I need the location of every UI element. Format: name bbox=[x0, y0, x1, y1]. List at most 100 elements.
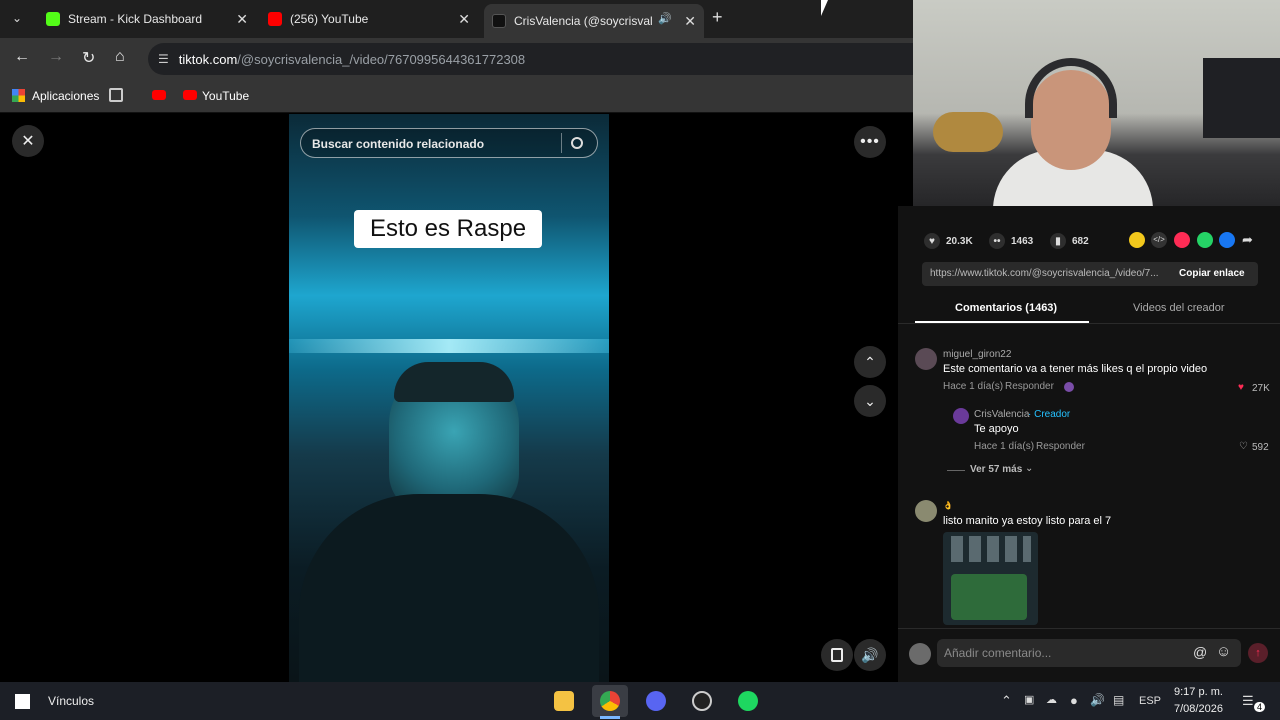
chevron-down-icon: ⌄ bbox=[864, 392, 876, 409]
avatar[interactable] bbox=[915, 500, 937, 522]
tab-youtube[interactable]: (256) YouTube ✕ bbox=[260, 4, 478, 34]
chevron-up-icon[interactable]: ⌃ bbox=[1001, 693, 1012, 709]
speaker-icon[interactable]: 🔊 bbox=[658, 12, 672, 25]
notification-count: 4 bbox=[1254, 702, 1266, 712]
address-bar-row: ← → ↻ ⌂ ☰ tiktok.com /@soycrisvalencia_/… bbox=[0, 38, 913, 80]
facebook-icon[interactable] bbox=[1219, 232, 1235, 248]
webcam-monitor bbox=[1203, 58, 1280, 138]
creator-badge: · Creador bbox=[1028, 409, 1071, 420]
mention-icon[interactable]: @ bbox=[1193, 644, 1207, 660]
heart-icon[interactable]: ♥ bbox=[1238, 382, 1244, 393]
avatar[interactable] bbox=[915, 348, 937, 370]
tab-tiktok[interactable]: CrisValencia (@soycrisvalen 🔊 ✕ bbox=[484, 4, 704, 38]
volume-icon: 🔊 bbox=[861, 646, 879, 663]
related-search-input[interactable]: Buscar contenido relacionado bbox=[300, 128, 598, 158]
send-icon[interactable] bbox=[1174, 232, 1190, 248]
close-icon: ✕ bbox=[21, 133, 35, 150]
tab-groups-icon[interactable] bbox=[109, 88, 123, 102]
search-placeholder: Buscar contenido relacionado bbox=[312, 137, 485, 151]
app-icons bbox=[951, 536, 1031, 562]
discord-icon[interactable] bbox=[646, 691, 666, 711]
file-explorer-icon[interactable] bbox=[554, 691, 574, 711]
webcam-overlay bbox=[913, 0, 1280, 206]
reply-username[interactable]: CrisValencia bbox=[974, 409, 1029, 420]
youtube-bookmark-icon[interactable] bbox=[152, 90, 166, 100]
volume-button[interactable]: 🔊 bbox=[854, 639, 886, 671]
comment-placeholder: Añadir comentario... bbox=[944, 646, 1052, 660]
next-video-button[interactable]: ⌄ bbox=[854, 385, 886, 417]
dialog-preview bbox=[951, 574, 1027, 620]
save-button[interactable]: ▮ 682 bbox=[1050, 233, 1089, 249]
taskbar-search-label[interactable]: Vínculos bbox=[48, 694, 94, 708]
clock-date[interactable]: 7/08/2026 bbox=[1174, 703, 1223, 715]
back-icon[interactable]: ← bbox=[14, 48, 30, 66]
language-indicator[interactable]: ESP bbox=[1139, 695, 1161, 707]
new-tab-button[interactable]: + bbox=[712, 7, 723, 28]
comment-image[interactable] bbox=[943, 532, 1038, 625]
more-options-button[interactable]: ••• bbox=[854, 126, 886, 158]
pip-button[interactable] bbox=[821, 639, 853, 671]
heart-outline-icon[interactable]: ♡ bbox=[1239, 441, 1248, 452]
comment-time: Hace 1 día(s) bbox=[943, 381, 1004, 392]
speaker-icon[interactable]: 🔊 bbox=[1090, 693, 1105, 707]
close-video-button[interactable]: ✕ bbox=[12, 125, 44, 157]
tray-app-icon[interactable]: ☁ bbox=[1046, 693, 1057, 706]
comment-button[interactable]: •• 1463 bbox=[989, 233, 1033, 249]
reply-button[interactable]: Responder bbox=[1036, 441, 1085, 452]
url-field[interactable]: ☰ tiktok.com /@soycrisvalencia_/video/76… bbox=[148, 43, 913, 75]
avatar[interactable] bbox=[953, 408, 969, 424]
avatar bbox=[909, 643, 931, 665]
tab-title: (256) YouTube bbox=[290, 12, 369, 26]
view-more-replies[interactable]: Ver 57 más bbox=[970, 464, 1022, 475]
close-icon[interactable]: ✕ bbox=[236, 11, 248, 28]
post-comment-button[interactable]: ↑ bbox=[1248, 643, 1268, 663]
tab-kick-dashboard[interactable]: Stream - Kick Dashboard ✕ bbox=[38, 4, 256, 34]
search-icon[interactable] bbox=[571, 137, 583, 149]
active-tab-indicator bbox=[915, 321, 1089, 323]
tab-list-dropdown-icon[interactable]: ⌄ bbox=[12, 11, 22, 25]
bookmark-aplicaciones[interactable]: Aplicaciones bbox=[32, 89, 99, 103]
comment-likes: 27K bbox=[1252, 383, 1270, 394]
reply-text: Te apoyo bbox=[974, 423, 1019, 435]
share-friends-icon[interactable] bbox=[1129, 232, 1145, 248]
network-icon[interactable]: ▤ bbox=[1113, 693, 1124, 707]
embed-icon[interactable]: </> bbox=[1151, 232, 1167, 248]
previous-video-button[interactable]: ⌃ bbox=[854, 346, 886, 378]
bookmark-youtube[interactable]: YouTube bbox=[202, 89, 249, 103]
obs-icon[interactable] bbox=[692, 691, 712, 711]
reply-button[interactable]: Responder bbox=[1005, 381, 1054, 392]
chevron-down-icon: ⌄ bbox=[1025, 463, 1034, 474]
video-player[interactable] bbox=[289, 114, 609, 682]
notifications-icon[interactable]: ☰ bbox=[1242, 693, 1254, 709]
windows-start-icon[interactable] bbox=[15, 694, 30, 709]
forward-icon[interactable]: → bbox=[48, 48, 64, 66]
comment-username[interactable]: 👌 bbox=[943, 501, 953, 510]
save-count: 682 bbox=[1072, 235, 1089, 247]
clock-time[interactable]: 9:17 p. m. bbox=[1174, 686, 1223, 698]
tab-comments[interactable]: Comentarios (1463) bbox=[955, 302, 1057, 314]
comment-count: 1463 bbox=[1011, 235, 1034, 247]
home-icon[interactable]: ⌂ bbox=[115, 48, 125, 66]
tab-title: CrisValencia (@soycrisvalen bbox=[514, 14, 652, 28]
like-button[interactable]: ♥ 20.3K bbox=[924, 233, 973, 249]
tiktok-icon bbox=[492, 14, 506, 28]
spotify-icon[interactable] bbox=[738, 691, 758, 711]
close-icon[interactable]: ✕ bbox=[684, 13, 696, 30]
like-count: 20.3K bbox=[946, 235, 973, 247]
copy-link-button[interactable]: Copiar enlace bbox=[1179, 268, 1245, 279]
microphone-icon[interactable]: ● bbox=[1070, 693, 1078, 708]
reload-icon[interactable]: ↻ bbox=[82, 48, 95, 68]
tab-creator-videos[interactable]: Videos del creador bbox=[1133, 302, 1225, 314]
tray-app-icon[interactable]: ▣ bbox=[1024, 693, 1034, 706]
chevron-up-icon: ⌃ bbox=[864, 353, 876, 370]
share-more-icon[interactable]: ➦ bbox=[1242, 232, 1258, 248]
emoji-icon[interactable]: ☺ bbox=[1216, 643, 1231, 660]
whatsapp-icon[interactable] bbox=[1197, 232, 1213, 248]
close-icon[interactable]: ✕ bbox=[458, 11, 470, 28]
video-person-hair bbox=[394, 362, 514, 402]
comment-username[interactable]: miguel_giron22 bbox=[943, 349, 1011, 360]
comment-input[interactable]: Añadir comentario... @ ☺ bbox=[937, 639, 1241, 667]
more-icon: ••• bbox=[860, 133, 880, 150]
comment-text: Este comentario va a tener más likes q e… bbox=[943, 363, 1208, 375]
site-settings-icon[interactable]: ☰ bbox=[158, 52, 169, 66]
